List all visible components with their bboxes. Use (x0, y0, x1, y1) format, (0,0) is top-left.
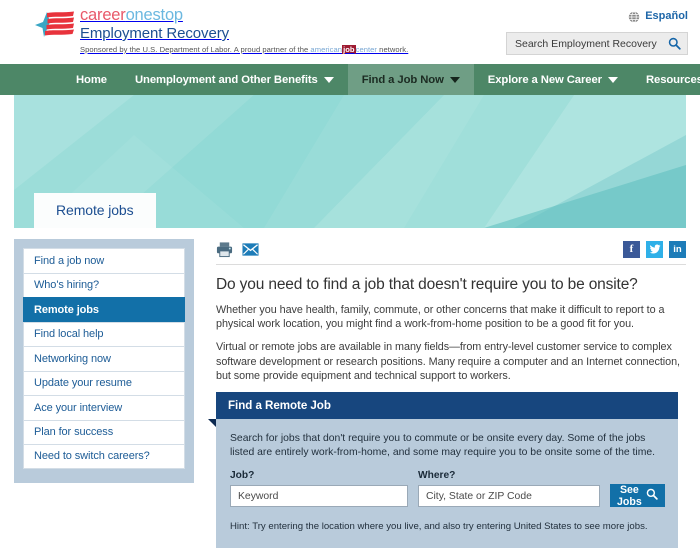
nav-item-label: Resources For (645, 73, 700, 86)
site-search-box[interactable] (506, 32, 688, 55)
page-content: Find a job now Who's hiring? Remote jobs Fi… (0, 228, 700, 549)
globe-icon (628, 10, 640, 23)
hero-banner: Remote jobs (14, 95, 686, 228)
left-sidebar: Find a job now Who's hiring? Remote jobs Fi… (14, 239, 194, 483)
language-link-espanol[interactable]: Español (645, 10, 688, 22)
print-icon[interactable] (216, 241, 233, 258)
ajc-center-text: center (355, 45, 378, 54)
nav-item-home[interactable]: Home (62, 64, 121, 95)
sidebar-item-remote-jobs[interactable]: Remote jobs (23, 297, 185, 322)
nav-item-explore-a-new-career[interactable]: Explore a New Career (474, 64, 632, 95)
sidebar-item-label: Ace your interview (34, 401, 123, 414)
location-input[interactable] (418, 485, 600, 508)
facebook-icon[interactable]: f (623, 240, 640, 258)
tagline-after-text: network. (377, 45, 409, 54)
sidebar-item-label: Networking now (34, 352, 111, 365)
find-remote-job-panel: Find a Remote Job Search for jobs that d… (208, 392, 678, 549)
see-jobs-search-icon (646, 488, 658, 503)
search-hint-text: Hint: Try entering the location where yo… (230, 521, 648, 533)
twitter-icon[interactable] (646, 240, 663, 258)
site-header: careeronestop Employment Recovery Sponso… (0, 0, 700, 64)
sidebar-item-networking-now[interactable]: Networking now (23, 346, 185, 371)
language-row: Español (506, 8, 688, 24)
job-keyword-input[interactable] (230, 485, 408, 508)
page-root: careeronestop Employment Recovery Sponso… (0, 0, 700, 552)
main-navigation: Home Unemployment and Other Benefits Find … (0, 64, 700, 95)
nav-item-label: Home (76, 73, 107, 86)
ajc-job-text: job (342, 45, 356, 54)
panel-body: Search for jobs that don't require you t… (216, 419, 678, 549)
panel-description: Search for jobs that don't require you t… (230, 433, 656, 458)
nav-item-unemployment-and-other-benefits[interactable]: Unemployment and Other Benefits (121, 64, 348, 95)
chevron-down-icon (607, 76, 618, 83)
sidebar-item-label: Update your resume (34, 377, 132, 390)
main-column: f in Do you need to find a job that does… (194, 239, 686, 549)
nav-item-resources-for[interactable]: Resources For (632, 64, 700, 95)
hero-tab-remote-jobs[interactable]: Remote jobs (34, 193, 156, 228)
email-icon[interactable] (242, 241, 259, 258)
chevron-down-icon (449, 76, 460, 83)
americanjobcenter-logo: americanjobcenter (310, 45, 377, 54)
sidebar-item-ace-your-interview[interactable]: Ace your interview (23, 395, 185, 420)
intro-paragraph-1: Whether you have health, family, commute… (216, 304, 665, 331)
brand-wordmark: careeronestop (80, 7, 408, 24)
panel-heading: Find a Remote Job (216, 392, 678, 420)
sidebar-item-plan-for-success[interactable]: Plan for success (23, 419, 185, 444)
nav-item-label: Find a Job Now (361, 73, 444, 86)
sidebar-item-label: Find a job now (34, 254, 105, 267)
brand-career-text: career (80, 6, 126, 24)
careeronestop-flag-icon (34, 9, 76, 43)
brand-subtitle: Employment Recovery (80, 25, 229, 42)
sidebar-item-find-local-help[interactable]: Find local help (23, 321, 185, 346)
chevron-down-icon (323, 76, 334, 83)
ajc-american-text: american (310, 45, 343, 54)
job-field-group: Job? (230, 470, 408, 508)
linkedin-icon[interactable]: in (669, 240, 686, 258)
site-search-input[interactable] (515, 37, 664, 50)
brand-onestop-text: onestop (125, 6, 184, 24)
see-jobs-button[interactable]: See Jobs (610, 483, 665, 508)
panel-notch-decoration (208, 419, 216, 428)
sidebar-item-label: Need to switch careers? (34, 450, 150, 463)
site-logo[interactable]: careeronestop Employment Recovery Sponso… (34, 7, 408, 54)
social-share-icons: f in (623, 240, 686, 258)
sidebar-item-find-a-job-now[interactable]: Find a job now (23, 248, 185, 273)
utility-actions-left (216, 241, 259, 258)
intro-paragraph-2: Virtual or remote jobs are available in … (216, 341, 680, 382)
page-title: Do you need to find a job that doesn't r… (216, 276, 638, 293)
brand-text: careeronestop Employment Recovery Sponso… (80, 7, 408, 54)
sidebar-item-label: Plan for success (34, 426, 114, 439)
where-field-label: Where? (418, 470, 456, 482)
utility-row: f in (216, 239, 686, 259)
nav-item-label: Unemployment and Other Benefits (135, 73, 318, 86)
sidebar-item-label: Who's hiring? (34, 279, 99, 292)
utility-divider (216, 264, 686, 265)
sidebar-item-label: Remote jobs (34, 303, 99, 316)
see-jobs-label: See Jobs (617, 483, 642, 508)
job-field-label: Job? (230, 470, 255, 482)
header-utility-area: Español (506, 8, 688, 55)
sidebar-item-who-s-hiring[interactable]: Who's hiring? (23, 272, 185, 297)
tagline-before-text: Sponsored by the U.S. Department of Labo… (80, 45, 311, 54)
search-icon[interactable] (668, 37, 681, 50)
sidebar-item-label: Find local help (34, 328, 104, 341)
sidebar-item-need-to-switch-careers[interactable]: Need to switch careers? (23, 444, 185, 469)
sponsor-tagline: Sponsored by the U.S. Department of Labo… (80, 45, 408, 54)
sidebar-item-update-your-resume[interactable]: Update your resume (23, 370, 185, 395)
nav-item-label: Explore a New Career (487, 73, 602, 86)
job-search-form: Job? Where? See Jobs (230, 470, 665, 508)
nav-item-find-a-job-now[interactable]: Find a Job Now (347, 64, 474, 95)
where-field-group: Where? (418, 470, 600, 508)
